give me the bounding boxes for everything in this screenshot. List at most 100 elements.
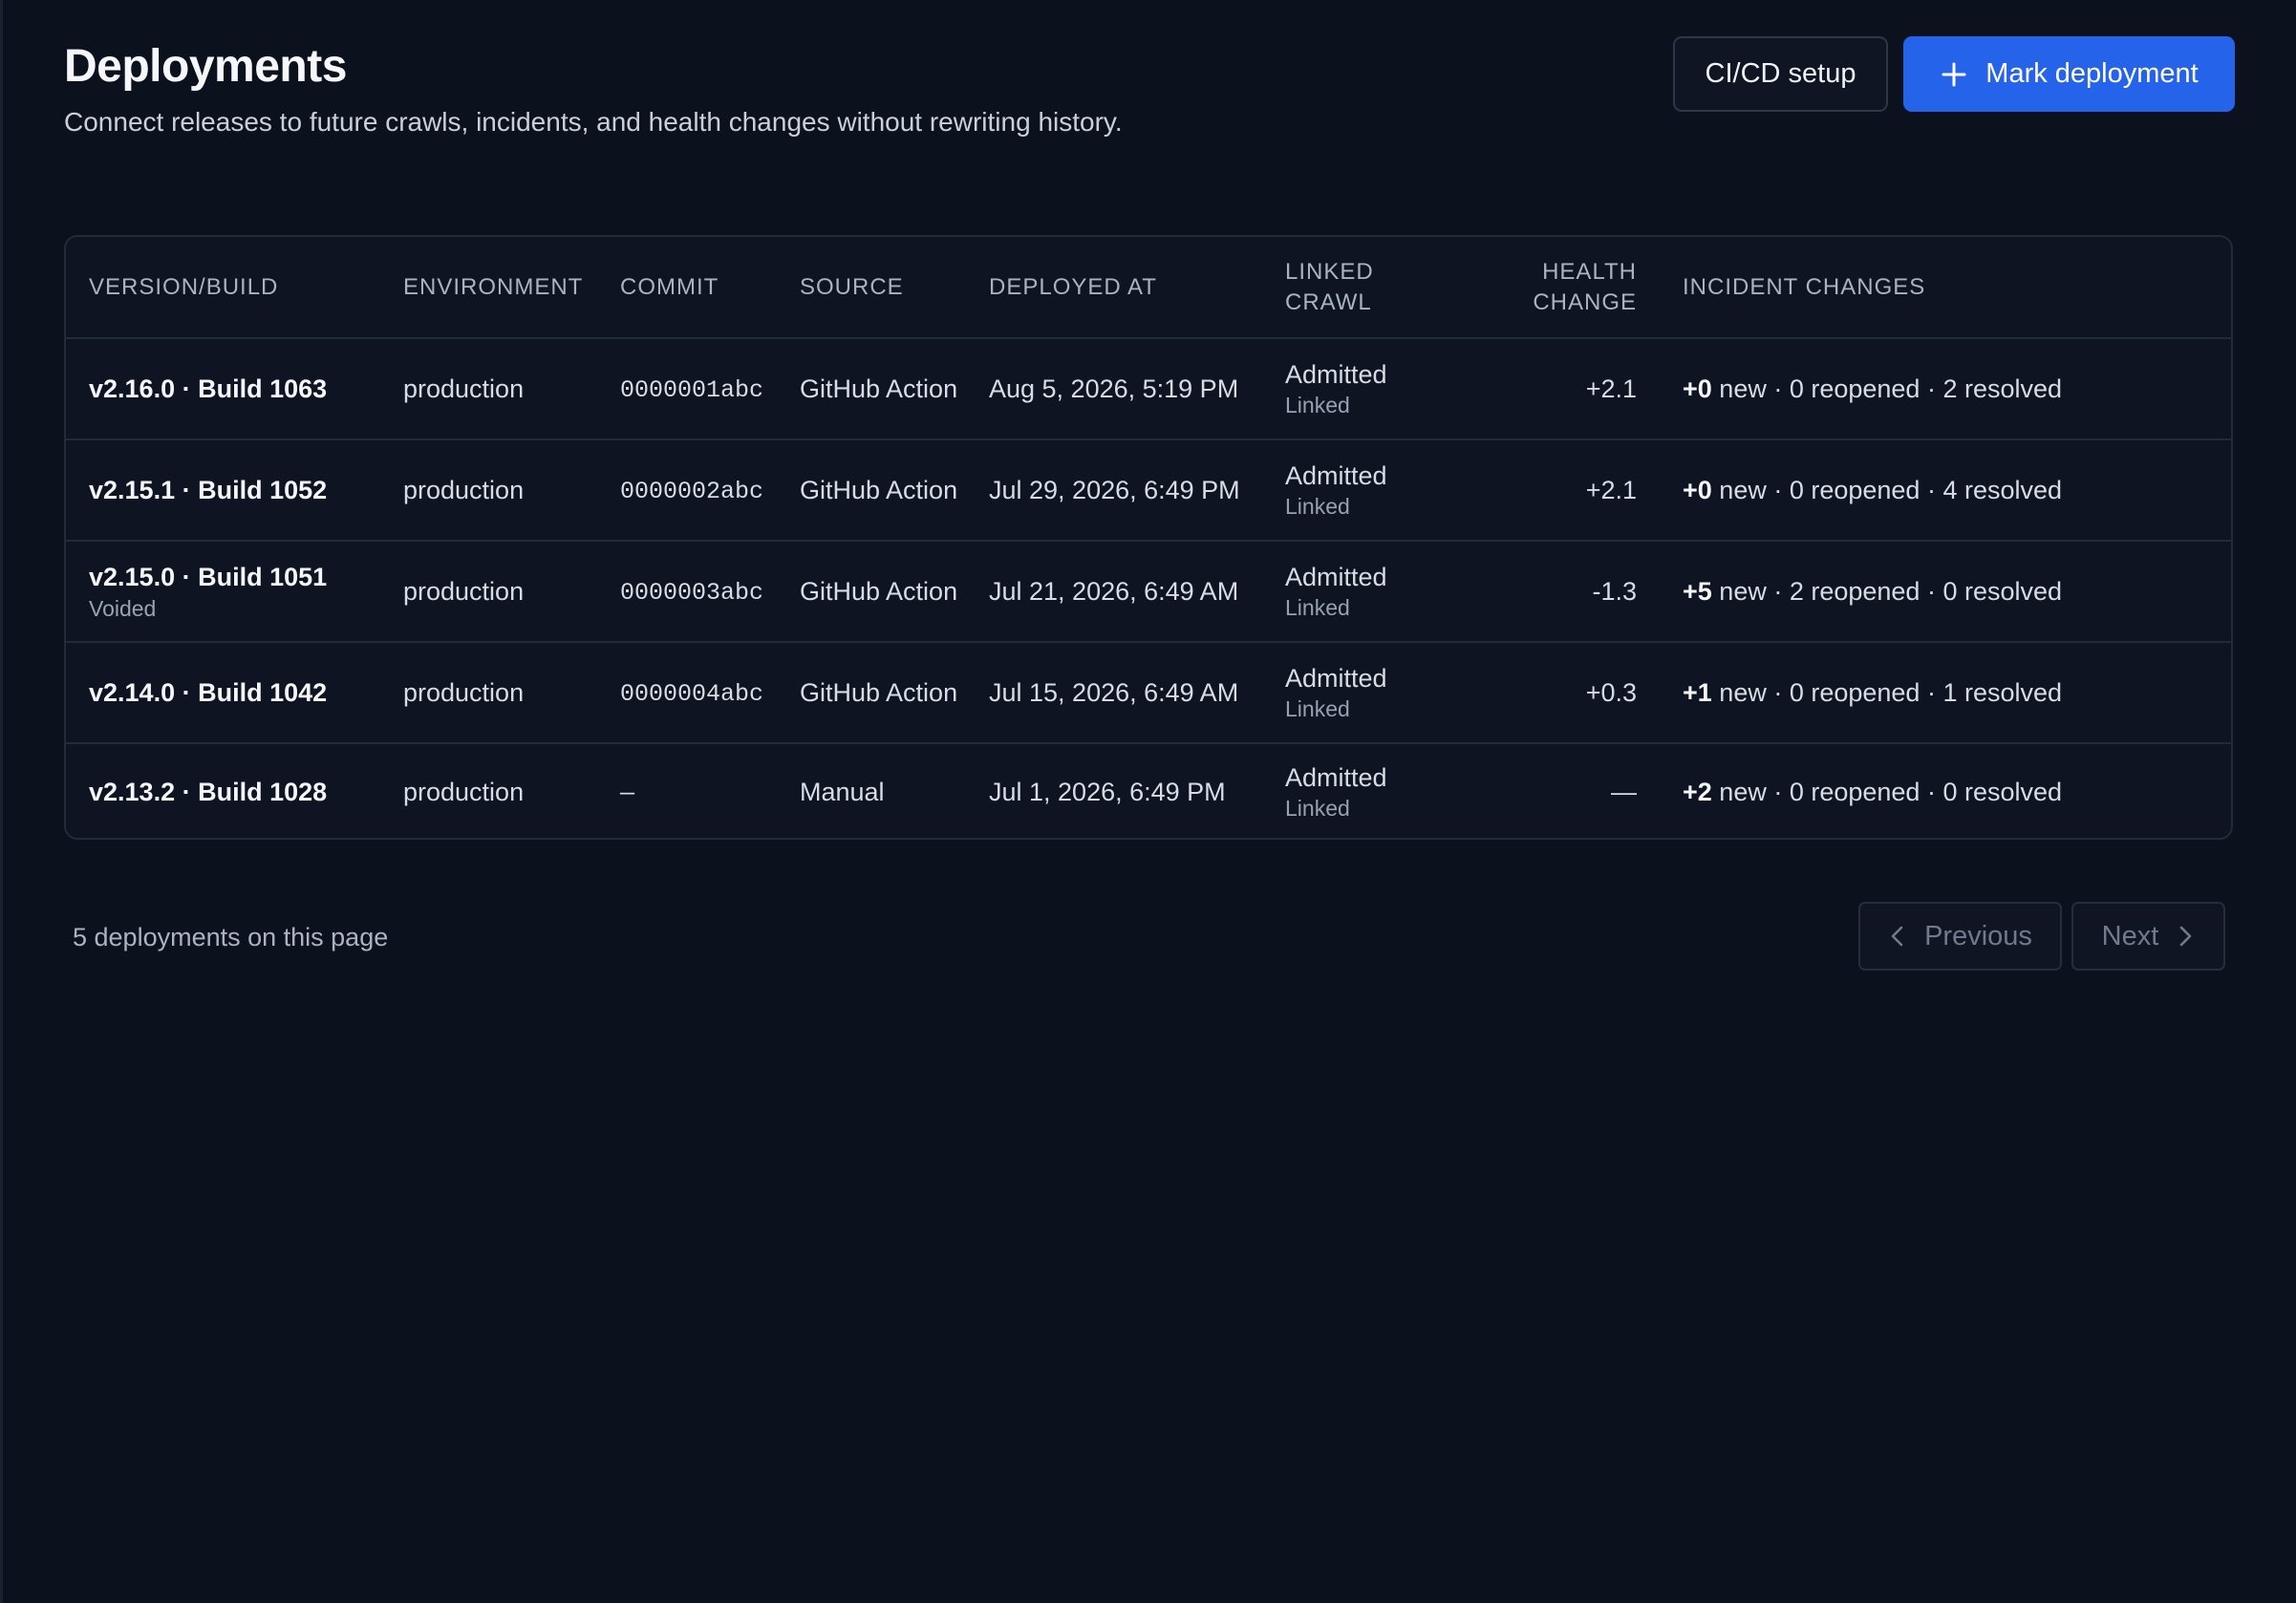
table-row[interactable]: v2.14.0 · Build 1042 production 0000004a… <box>66 642 2231 743</box>
crawl-link-status: Linked <box>1285 796 1350 821</box>
pagination: Previous Next <box>1858 902 2225 971</box>
previous-label: Previous <box>1924 920 2032 951</box>
column-header-incident-changes: INCIDENT CHANGES <box>1683 273 1926 300</box>
linked-crawl-cell: Admitted Linked <box>1262 642 1468 743</box>
incident-summary: new · 0 reopened · 2 resolved <box>1711 374 2063 403</box>
source-cell: GitHub Action <box>800 677 958 707</box>
crawl-link-status: Linked <box>1285 695 1350 721</box>
table-footer: 5 deployments on this page Previous Next <box>64 902 2225 971</box>
previous-page-button[interactable]: Previous <box>1858 902 2062 971</box>
version-label: v2.14.0 · Build 1042 <box>89 677 328 707</box>
commit-cell: 0000003abc <box>597 541 777 642</box>
version-label: v2.15.1 · Build 1052 <box>89 475 328 504</box>
linked-crawl-cell: Admitted Linked <box>1262 439 1468 541</box>
source-cell: GitHub Action <box>800 475 958 504</box>
incident-summary: new · 0 reopened · 1 resolved <box>1711 677 2063 707</box>
chevron-left-icon <box>1891 926 1903 947</box>
commit-hash: 0000004abc <box>620 679 764 708</box>
incident-summary: new · 0 reopened · 4 resolved <box>1711 475 2063 504</box>
next-label: Next <box>2101 920 2159 951</box>
incident-new-count: +0 <box>1683 374 1712 403</box>
voided-label: Voided <box>89 595 157 621</box>
commit-hash: 0000001abc <box>620 375 764 404</box>
incident-changes-cell: +0 new · 0 reopened · 4 resolved <box>1660 439 2231 541</box>
page-subtitle: Connect releases to future crawls, incid… <box>64 107 1123 137</box>
environment-cell: production <box>403 677 525 707</box>
linked-crawl-cell: Admitted Linked <box>1262 743 1468 838</box>
crawl-status: Admitted <box>1285 562 1387 591</box>
column-header-version: VERSION/BUILD <box>89 273 279 300</box>
source-cell: Manual <box>800 778 885 806</box>
health-change-cell: +0.3 <box>1585 677 1637 707</box>
header-actions: CI/CD setup Mark deployment <box>1673 36 2235 112</box>
incident-changes-cell: +0 new · 0 reopened · 2 resolved <box>1660 338 2231 439</box>
health-change-cell: +2.1 <box>1585 475 1637 504</box>
table-row[interactable]: v2.16.0 · Build 1063 production 0000001a… <box>66 338 2231 439</box>
incident-summary: new · 2 reopened · 0 resolved <box>1711 576 2063 606</box>
column-header-health-change: HEALTH CHANGE <box>1533 258 1637 315</box>
version-cell: v2.15.1 · Build 1052 <box>66 439 380 541</box>
column-header-linked-crawl: LINKED CRAWL <box>1285 258 1374 315</box>
table-row[interactable]: v2.15.0 · Build 1051 Voided production 0… <box>66 541 2231 642</box>
deployed-at-cell: Jul 1, 2026, 6:49 PM <box>989 778 1226 806</box>
incident-changes-cell: +2 new · 0 reopened · 0 resolved <box>1660 743 2231 838</box>
cicd-setup-button[interactable]: CI/CD setup <box>1673 36 1888 112</box>
version-label: v2.13.2 · Build 1028 <box>89 778 328 806</box>
version-label: v2.15.0 · Build 1051 <box>89 562 328 591</box>
health-change-cell: +2.1 <box>1585 374 1637 403</box>
environment-cell: production <box>403 778 525 806</box>
commit-hash: — <box>620 780 635 807</box>
deployed-at-cell: Jul 21, 2026, 6:49 AM <box>989 576 1239 606</box>
commit-cell: 0000001abc <box>597 338 777 439</box>
commit-hash: 0000002abc <box>620 477 764 505</box>
deployed-at-cell: Jul 29, 2026, 6:49 PM <box>989 475 1240 504</box>
version-cell: v2.16.0 · Build 1063 <box>66 338 380 439</box>
incident-changes-cell: +1 new · 0 reopened · 1 resolved <box>1660 642 2231 743</box>
health-change-cell: — <box>1611 778 1637 806</box>
crawl-status: Admitted <box>1285 460 1387 490</box>
deployments-table: VERSION/BUILD ENVIRONMENT COMMIT SOURCE … <box>64 235 2233 840</box>
mark-deployment-label: Mark deployment <box>1985 58 2199 89</box>
deployment-count: 5 deployments on this page <box>73 923 389 951</box>
commit-cell: 0000004abc <box>597 642 777 743</box>
crawl-link-status: Linked <box>1285 493 1350 519</box>
mark-deployment-button[interactable]: Mark deployment <box>1903 36 2235 112</box>
cicd-setup-label: CI/CD setup <box>1705 58 1856 89</box>
column-header-environment: ENVIRONMENT <box>403 273 584 300</box>
incident-summary: new · 0 reopened · 0 resolved <box>1711 778 2063 806</box>
table-row[interactable]: v2.13.2 · Build 1028 production — Manual… <box>66 743 2231 838</box>
crawl-status: Admitted <box>1285 763 1387 792</box>
incident-changes-cell: +5 new · 2 reopened · 0 resolved <box>1660 541 2231 642</box>
crawl-status: Admitted <box>1285 663 1387 693</box>
crawl-link-status: Linked <box>1285 392 1350 417</box>
deployed-at-cell: Aug 5, 2026, 5:19 PM <box>989 374 1239 403</box>
incident-new-count: +0 <box>1683 475 1712 504</box>
next-page-button[interactable]: Next <box>2071 902 2225 971</box>
page-title: Deployments <box>64 41 347 92</box>
environment-cell: production <box>403 475 525 504</box>
table-header-row: VERSION/BUILD ENVIRONMENT COMMIT SOURCE … <box>66 237 2231 338</box>
crawl-status: Admitted <box>1285 359 1387 389</box>
plus-icon <box>1942 62 1966 86</box>
chevron-right-icon <box>2180 926 2192 947</box>
table-row[interactable]: v2.15.1 · Build 1052 production 0000002a… <box>66 439 2231 541</box>
version-cell: v2.13.2 · Build 1028 <box>66 743 380 838</box>
version-label: v2.16.0 · Build 1063 <box>89 374 328 403</box>
incident-new-count: +5 <box>1683 576 1712 606</box>
linked-crawl-cell: Admitted Linked <box>1262 338 1468 439</box>
page-header: Deployments Connect releases to future c… <box>64 0 2235 191</box>
version-cell: v2.15.0 · Build 1051 Voided <box>66 541 380 642</box>
column-header-deployed-at: DEPLOYED AT <box>989 273 1157 300</box>
environment-cell: production <box>403 576 525 606</box>
window-edge <box>0 0 3 1603</box>
linked-crawl-cell: Admitted Linked <box>1262 541 1468 642</box>
commit-cell: 0000002abc <box>597 439 777 541</box>
incident-new-count: +2 <box>1683 778 1712 806</box>
crawl-link-status: Linked <box>1285 594 1350 620</box>
version-cell: v2.14.0 · Build 1042 <box>66 642 380 743</box>
environment-cell: production <box>403 374 525 403</box>
column-header-commit: COMMIT <box>620 273 719 300</box>
source-cell: GitHub Action <box>800 576 958 606</box>
commit-hash: 0000003abc <box>620 578 764 607</box>
health-change-cell: -1.3 <box>1592 576 1637 606</box>
